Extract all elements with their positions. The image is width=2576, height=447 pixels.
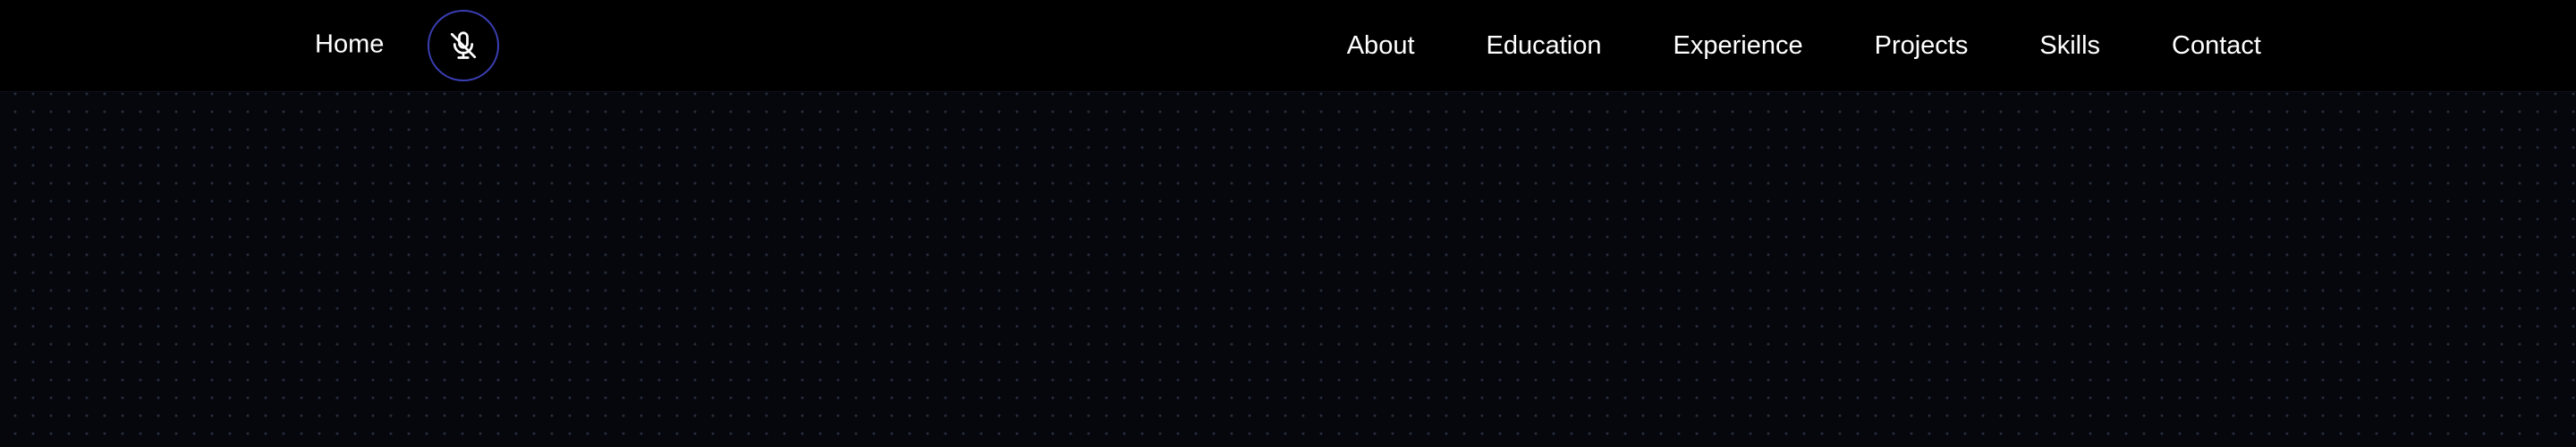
mic-off-icon: [447, 30, 479, 62]
nav-link-contact[interactable]: Contact: [2172, 33, 2261, 59]
nav-link-skills[interactable]: Skills: [2039, 33, 2100, 59]
dot-grid-background: [0, 92, 2576, 447]
mic-toggle-button[interactable]: [428, 10, 499, 81]
nav-link-home[interactable]: Home: [315, 31, 384, 58]
primary-nav: About Education Experience Projects Skil…: [1347, 0, 2261, 92]
nav-link-experience[interactable]: Experience: [1674, 33, 1803, 59]
nav-link-about[interactable]: About: [1347, 33, 1415, 59]
nav-link-projects[interactable]: Projects: [1875, 33, 1969, 59]
nav-link-education[interactable]: Education: [1487, 33, 1602, 59]
top-navbar: Home About Education Experience Projects…: [0, 0, 2576, 92]
